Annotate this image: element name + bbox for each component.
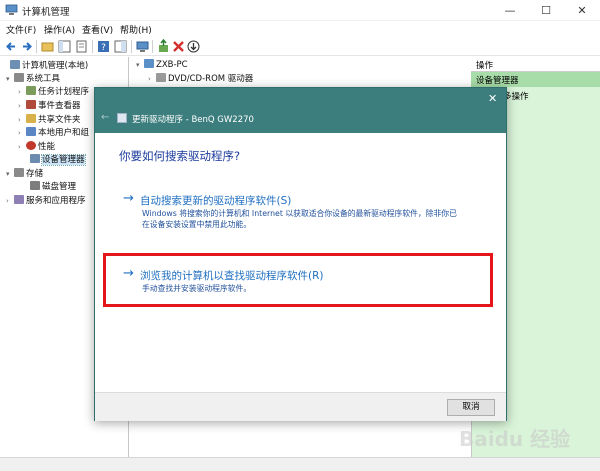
option-auto-search-description: Windows 将搜索你的计算机和 Internet 以获取适合你设备的最新驱动… — [142, 209, 457, 229]
highlight-box — [103, 253, 493, 307]
actions-selected-item[interactable]: 设备管理器 — [471, 72, 600, 87]
window-title: 计算机管理 — [22, 7, 70, 18]
tree-item-device-manager[interactable]: 设备管理器 — [22, 153, 86, 166]
maximize-button[interactable]: ☐ — [528, 0, 564, 21]
tree-item-performance[interactable]: › 性能 — [18, 140, 55, 153]
storage-icon — [14, 168, 24, 177]
close-button[interactable]: ✕ — [564, 0, 600, 21]
tree-item-computer-management[interactable]: 计算机管理(本地) — [2, 59, 88, 72]
computer-icon — [10, 60, 20, 69]
toolbar: ? — [0, 37, 600, 56]
clock-icon — [26, 86, 36, 95]
dialog-header: ✕ ← 更新驱动程序 - BenQ GW2270 — [95, 88, 506, 133]
toolbar-separator — [92, 40, 93, 53]
cancel-button[interactable]: 取消 — [447, 399, 495, 416]
baidu-watermark-logo: Baidu 经验 — [459, 427, 570, 451]
back-arrow-icon[interactable]: ← — [101, 112, 109, 123]
pc-icon — [144, 59, 154, 68]
monitor-icon — [117, 113, 127, 123]
event-icon — [26, 100, 36, 109]
tree-item-services-apps[interactable]: › 服务和应用程序 — [6, 194, 86, 207]
tools-icon — [14, 73, 24, 82]
watermark-text: Baidu 经验 — [459, 427, 570, 451]
device-tree-dvd[interactable]: › DVD/CD-ROM 驱动器 — [148, 72, 253, 85]
tree-item-task-scheduler[interactable]: › 任务计划程序 — [18, 85, 89, 98]
computer-management-icon — [5, 4, 18, 15]
monitor-icon[interactable] — [135, 39, 150, 54]
tree-item-disk-management[interactable]: 磁盘管理 — [22, 180, 76, 193]
minimize-button[interactable]: — — [492, 0, 528, 21]
back-arrow-icon[interactable] — [4, 39, 19, 54]
toolbar-separator — [152, 40, 153, 53]
toolbar-separator — [36, 40, 37, 53]
option-auto-search-title[interactable]: 自动搜索更新的驱动程序软件(S) — [140, 193, 291, 208]
menu-help[interactable]: 帮助(H) — [120, 23, 152, 36]
dialog-title: 更新驱动程序 - BenQ GW2270 — [132, 115, 254, 125]
users-icon — [26, 127, 36, 136]
actions-header: 操作 — [471, 57, 600, 72]
arrow-right-icon: → — [123, 191, 134, 206]
tree-item-local-users[interactable]: › 本地用户和组 — [18, 126, 89, 139]
menu-bar: 文件(F) 操作(A) 查看(V) 帮助(H) — [0, 21, 600, 37]
tree-item-event-viewer[interactable]: › 事件查看器 — [18, 99, 81, 112]
console-tree-icon[interactable] — [57, 39, 72, 54]
svg-text:?: ? — [101, 43, 106, 53]
device-tree-root[interactable]: ▾ ZXB-PC — [136, 59, 188, 72]
disk-icon — [30, 181, 40, 190]
forward-arrow-icon[interactable] — [19, 39, 34, 54]
dialog-footer: 取消 — [95, 392, 506, 421]
tree-item-shared-folders[interactable]: › 共享文件夹 — [18, 113, 81, 126]
title-bar: 计算机管理 — ☐ ✕ — [0, 0, 600, 21]
properties-icon[interactable] — [74, 39, 89, 54]
update-driver-icon[interactable] — [156, 39, 171, 54]
dialog-close-icon[interactable]: ✕ — [488, 92, 497, 105]
show-hide-icon[interactable] — [113, 39, 128, 54]
dialog-question: 你要如何搜索驱动程序? — [119, 149, 241, 163]
device-manager-icon — [30, 154, 40, 163]
menu-action[interactable]: 操作(A) — [44, 23, 75, 36]
help-icon[interactable]: ? — [96, 39, 111, 54]
menu-view[interactable]: 查看(V) — [82, 23, 113, 36]
scan-download-icon[interactable] — [186, 39, 201, 54]
tree-item-storage[interactable]: ▾ 存储 — [6, 167, 43, 180]
tree-item-system-tools[interactable]: ▾ 系统工具 — [6, 72, 60, 85]
toolbar-separator — [131, 40, 132, 53]
menu-file[interactable]: 文件(F) — [6, 23, 36, 36]
dvd-icon — [156, 73, 166, 82]
uninstall-icon[interactable] — [171, 39, 186, 54]
services-icon — [14, 195, 24, 204]
folder-icon — [26, 114, 36, 123]
performance-icon — [26, 141, 36, 150]
up-folder-icon[interactable] — [40, 39, 55, 54]
